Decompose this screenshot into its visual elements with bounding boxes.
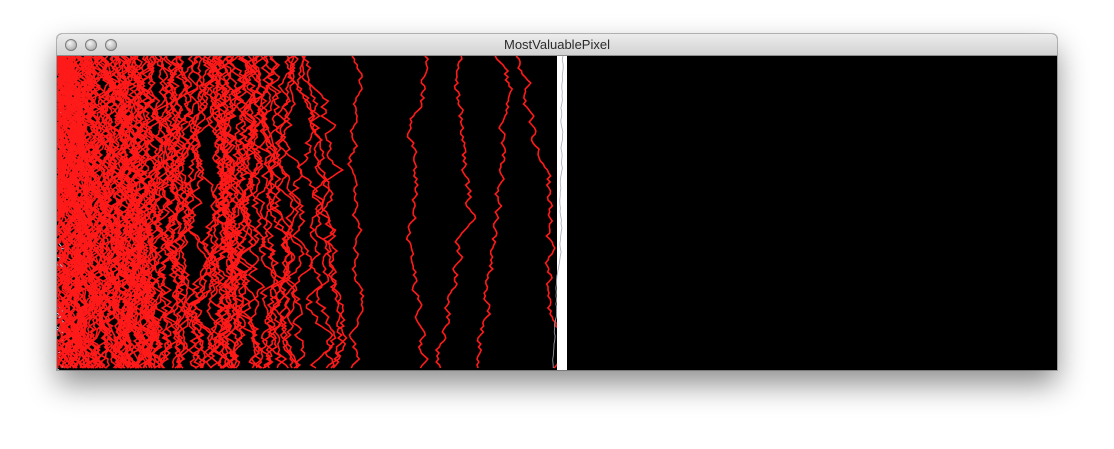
app-window: MostValuablePixel	[57, 34, 1057, 370]
title-bar[interactable]: MostValuablePixel	[57, 34, 1057, 56]
render-canvas[interactable]	[57, 56, 1057, 370]
window-title: MostValuablePixel	[504, 37, 610, 52]
pixel-trace-visualization	[57, 56, 1057, 370]
